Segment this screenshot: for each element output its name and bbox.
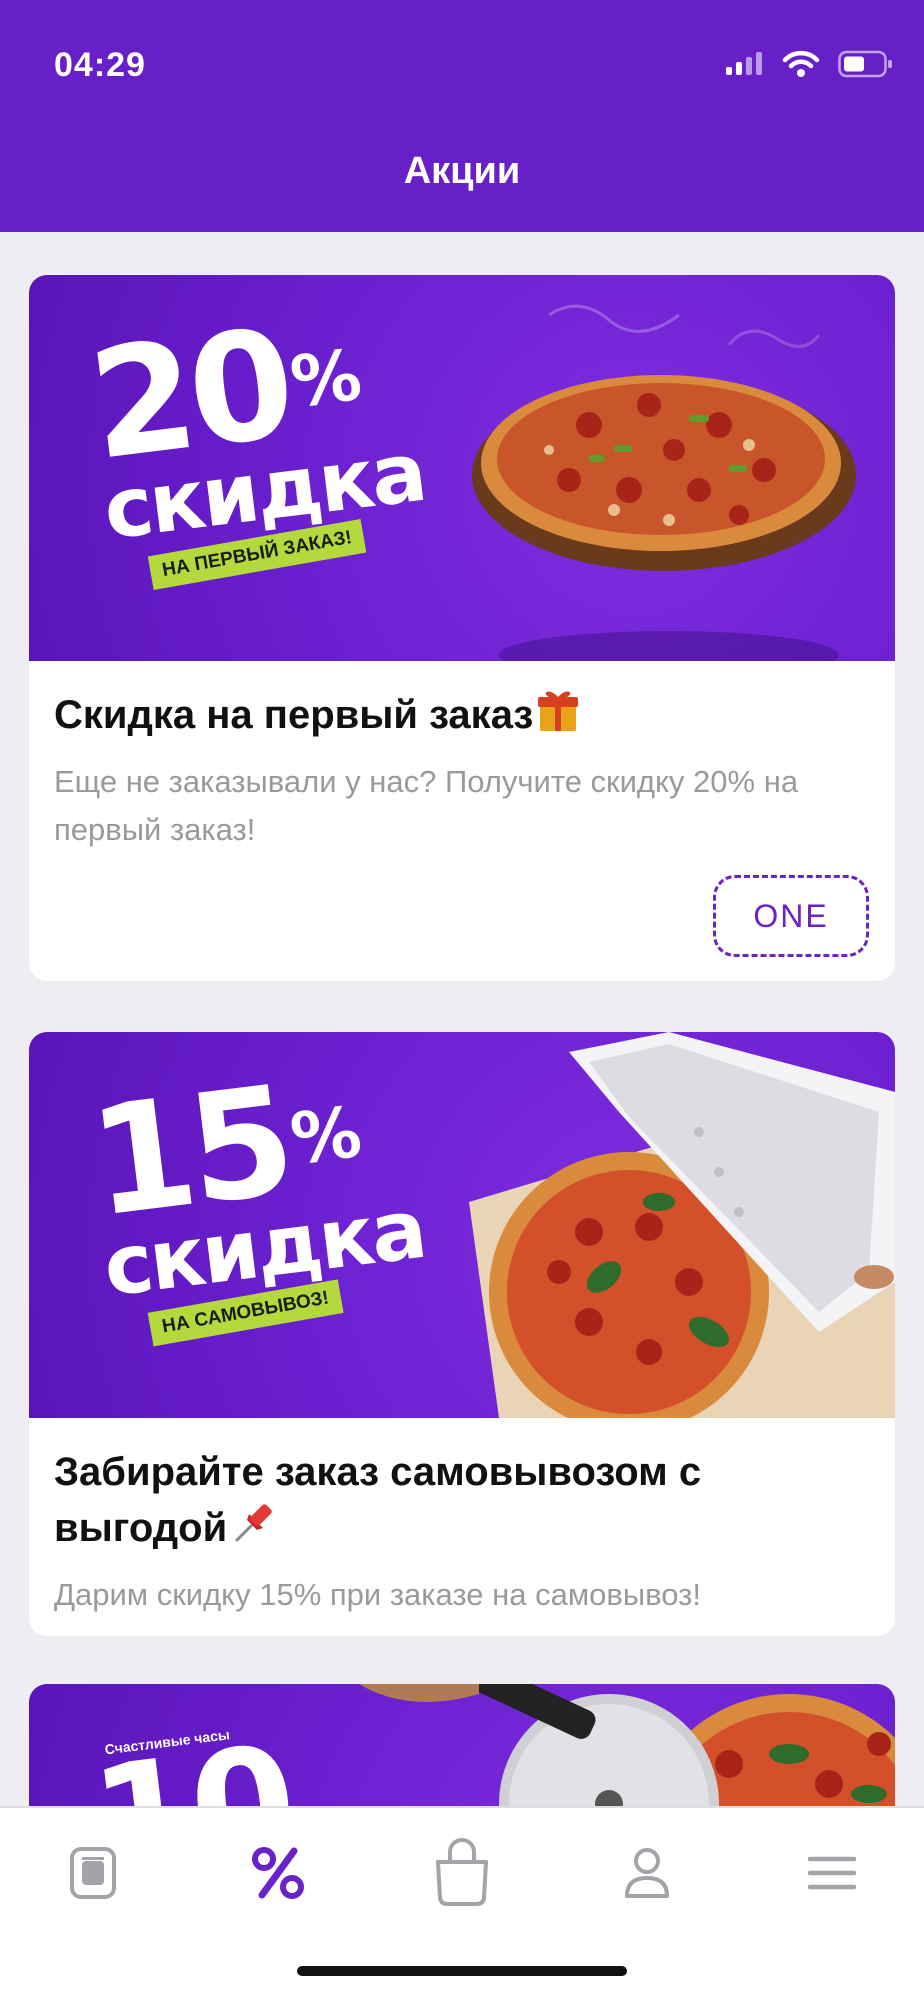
promo-card-body: Скидка на первый заказ Еще не заказывали… — [29, 661, 895, 854]
promo-banner-image: Счастливые часы 10 — [29, 1684, 895, 1806]
pushpin-icon — [231, 1500, 277, 1561]
hamburger-icon — [807, 1853, 857, 1898]
promo-banner-number: 10 — [83, 1714, 299, 1806]
tab-promotions[interactable] — [243, 1840, 313, 1910]
promo-banner-percent: % — [286, 1090, 366, 1181]
promo-banner-headline: 15% скидка НА САМОВЫВОЗ! — [81, 1054, 433, 1347]
promo-card[interactable]: 15% скидка НА САМОВЫВОЗ! Забирайте заказ… — [29, 1032, 895, 1636]
gift-icon — [537, 687, 579, 748]
promo-title: Скидка на первый заказ — [54, 687, 870, 748]
promo-card[interactable]: 20% скидка НА ПЕРВЫЙ ЗАКАЗ! Скидка на пе… — [29, 275, 895, 981]
promo-description: Дарим скидку 15% при заказе на самовывоз… — [54, 1577, 701, 1612]
promo-title: Забирайте заказ самовывозом с выгодой — [54, 1444, 870, 1561]
promo-description: Еще не заказывали у нас? Получите скидку… — [54, 764, 799, 847]
promo-banner-image: 15% скидка НА САМОВЫВОЗ! — [29, 1032, 895, 1418]
wifi-icon — [782, 50, 820, 83]
tab-cart[interactable] — [427, 1837, 497, 1913]
bag-icon — [432, 1837, 492, 1913]
tab-profile[interactable] — [612, 1840, 682, 1910]
tab-menu[interactable] — [58, 1840, 128, 1910]
promo-title-text: Забирайте заказ самовывозом с выгодой — [54, 1450, 702, 1551]
page-title: Акции — [403, 150, 521, 192]
home-indicator — [297, 1966, 627, 1976]
promo-banner-headline: 20% скидка НА ПЕРВЫЙ ЗАКАЗ! — [81, 297, 433, 590]
profile-icon — [622, 1846, 672, 1905]
promo-card[interactable]: Счастливые часы 10 — [29, 1684, 895, 1806]
menu-card-icon — [68, 1845, 118, 1906]
promo-code-button[interactable]: ONE — [713, 875, 869, 957]
top-bar: 04:29 Акции — [0, 0, 924, 232]
cellular-signal-icon — [724, 51, 764, 82]
promotions-feed[interactable]: 20% скидка НА ПЕРВЫЙ ЗАКАЗ! Скидка на пе… — [0, 232, 924, 1806]
battery-icon — [838, 50, 894, 83]
percent-icon — [250, 1845, 306, 1906]
status-time: 04:29 — [54, 46, 146, 84]
promo-banner-percent: % — [286, 333, 366, 424]
promo-card-body: Забирайте заказ самовывозом с выгодой Да… — [29, 1418, 895, 1619]
tab-more[interactable] — [797, 1840, 867, 1910]
status-icons — [724, 50, 894, 83]
promo-banner-image: 20% скидка НА ПЕРВЫЙ ЗАКАЗ! — [29, 275, 895, 661]
promo-title-text: Скидка на первый заказ — [54, 693, 534, 738]
